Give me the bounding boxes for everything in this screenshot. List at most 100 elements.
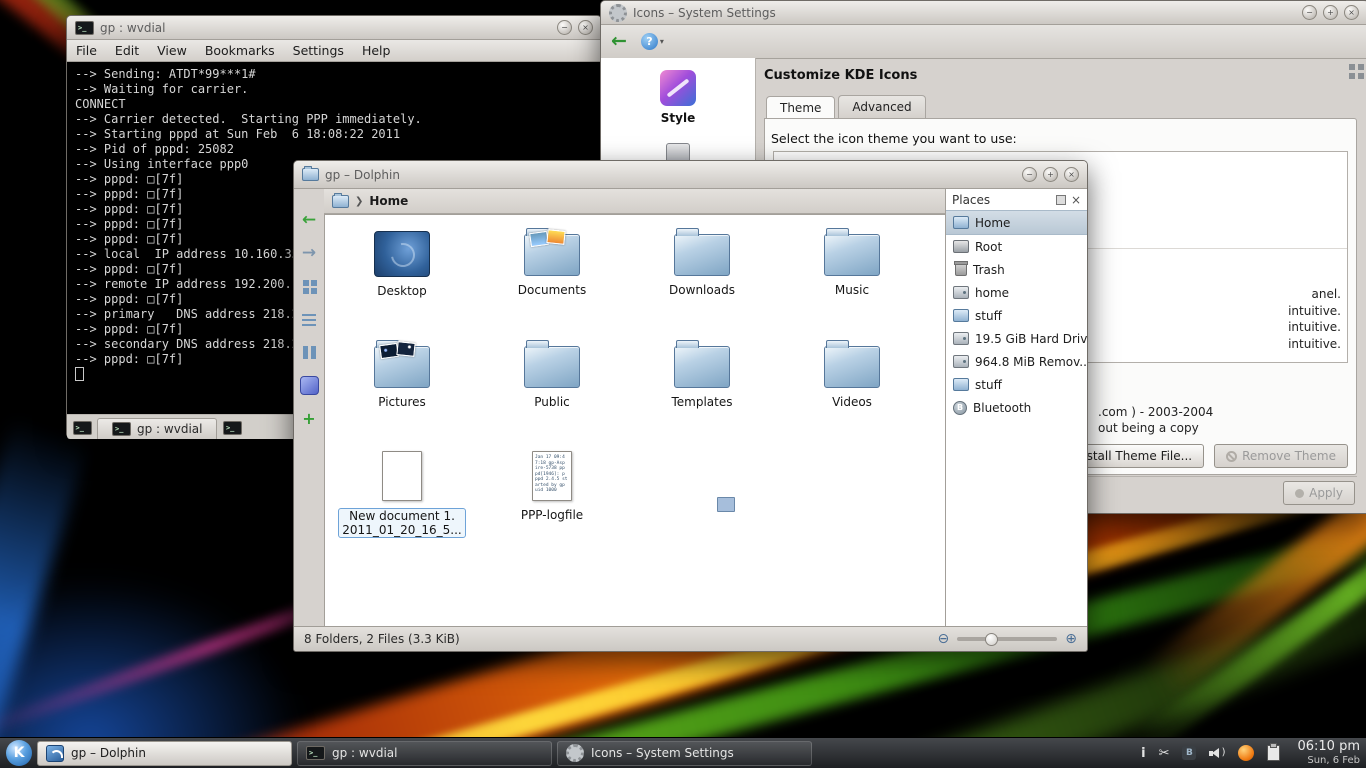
folder-item-pictures[interactable]: Pictures (327, 329, 477, 441)
tab-advanced[interactable]: Advanced (838, 95, 925, 118)
menu-file[interactable]: File (67, 41, 106, 60)
plus-icon: + (302, 409, 315, 428)
menu-help[interactable]: Help (353, 41, 400, 60)
minimize-button[interactable]: − (557, 20, 572, 35)
volume-icon[interactable]: ) (1209, 747, 1225, 760)
terminal-tab[interactable]: gp : wvdial (97, 418, 217, 439)
places-item-bluetooth[interactable]: BBluetooth (946, 396, 1087, 419)
detach-panel-icon[interactable] (1056, 195, 1066, 205)
places-item-stuff2[interactable]: stuff (946, 373, 1087, 396)
orange-app-tray-icon[interactable] (1238, 745, 1254, 761)
terminal-line: CONNECT (75, 97, 593, 112)
preview-icon (300, 376, 319, 395)
task-system-settings[interactable]: Icons – System Settings (557, 741, 812, 766)
selected-file-label: New document 1. 2011_01_20_16_5... (338, 508, 465, 538)
klipper-scissors-icon[interactable]: ✂ (1159, 747, 1170, 760)
details-view-button[interactable] (298, 308, 320, 330)
trash-icon (955, 263, 967, 276)
menu-view[interactable]: View (148, 41, 196, 60)
theme-description-line: out being a copy (1098, 421, 1199, 435)
bluetooth-tray-icon[interactable]: B (1182, 746, 1196, 760)
close-button[interactable]: × (578, 20, 593, 35)
close-button[interactable]: × (1344, 5, 1359, 20)
task-dolphin[interactable]: gp – Dolphin (37, 741, 292, 766)
folder-item-desktop[interactable]: Desktop (327, 217, 477, 329)
icons-view-button[interactable] (298, 275, 320, 297)
close-button[interactable]: × (1064, 167, 1079, 182)
places-item-home2[interactable]: home (946, 281, 1087, 304)
desktop: gp : wvdial − × File Edit View Bookmarks… (0, 0, 1366, 768)
zoom-slider[interactable] (957, 637, 1057, 641)
places-item-root[interactable]: Root (946, 235, 1087, 258)
terminal-task-icon (306, 746, 325, 760)
maximize-button[interactable]: + (1323, 5, 1338, 20)
zoom-in-icon[interactable]: ⊕ (1065, 632, 1077, 646)
columns-view-button[interactable] (298, 341, 320, 363)
settings-tabs: Theme Advanced (766, 95, 1357, 118)
wallpaper-streak (0, 417, 90, 768)
zoom-slider-handle[interactable] (985, 633, 998, 646)
forward-button[interactable]: → (298, 242, 320, 264)
style-icon (660, 70, 696, 106)
places-item-trash[interactable]: Trash (946, 258, 1087, 281)
clipboard-icon[interactable] (1267, 745, 1280, 761)
root-icon (953, 240, 969, 253)
back-button[interactable]: ← (298, 209, 320, 231)
new-tab-button[interactable] (71, 418, 93, 437)
settings-titlebar[interactable]: Icons – System Settings − + × (601, 1, 1366, 25)
sound-wave-icon: ) (1222, 747, 1226, 758)
preview-button[interactable] (298, 374, 320, 396)
breadcrumb-home[interactable]: Home (369, 194, 408, 208)
page-title: Customize KDE Icons (764, 68, 1357, 83)
back-icon[interactable]: ← (611, 32, 627, 51)
places-item-removable[interactable]: 964.8 MiB Remov... (946, 350, 1087, 373)
file-item-ppp-logfile[interactable]: Jan 17 09:4 7:18 gp-Asp ire-5738 pp pd[1… (477, 441, 627, 591)
dolphin-window: gp – Dolphin − + × ← → + ❯ Home (293, 160, 1088, 652)
kickoff-launcher-icon[interactable]: K (6, 740, 32, 766)
terminal-title: gp : wvdial (100, 21, 165, 35)
zoom-out-icon[interactable]: ⊖ (938, 632, 950, 646)
dolphin-titlebar[interactable]: gp – Dolphin − + × (294, 161, 1087, 189)
settings-title: Icons – System Settings (633, 6, 776, 20)
folder-item-videos[interactable]: Videos (777, 329, 927, 441)
task-terminal[interactable]: gp : wvdial (297, 741, 552, 766)
places-header: Places × (946, 189, 1087, 210)
menu-bookmarks[interactable]: Bookmarks (196, 41, 284, 60)
status-text: 8 Folders, 2 Files (3.3 KiB) (304, 632, 460, 646)
menu-edit[interactable]: Edit (106, 41, 148, 60)
new-tab-icon (73, 421, 92, 435)
places-item-home[interactable]: Home (946, 210, 1087, 235)
clock[interactable]: 06:10 pm Sun, 6 Feb (1297, 740, 1360, 766)
folder-view[interactable]: Desktop Documents Downloads Music (324, 214, 945, 626)
folder-item-templates[interactable]: Templates (627, 329, 777, 441)
breadcrumb[interactable]: ❯ Home (324, 189, 945, 214)
device-notifier-icon[interactable]: i (1141, 747, 1145, 760)
drag-ghost-icon (717, 497, 735, 512)
system-tray: i ✂ B ) (1141, 745, 1280, 761)
minimize-button[interactable]: − (1302, 5, 1317, 20)
places-item-harddrive[interactable]: 19.5 GiB Hard Drive (946, 327, 1087, 350)
minimize-button[interactable]: − (1022, 167, 1037, 182)
split-view-button[interactable]: + (298, 407, 320, 429)
file-item-new-document[interactable]: New document 1. 2011_01_20_16_5... (327, 441, 477, 591)
maximize-button[interactable]: + (1043, 167, 1058, 182)
select-theme-label: Select the icon theme you want to use: (767, 123, 1356, 146)
folder-item-documents[interactable]: Documents (477, 217, 627, 329)
text-file-icon (382, 451, 422, 501)
sidebar-item-style[interactable]: Style (660, 70, 696, 125)
terminal-titlebar[interactable]: gp : wvdial − × (67, 16, 601, 40)
menu-settings[interactable]: Settings (284, 41, 353, 60)
tab-theme[interactable]: Theme (766, 96, 835, 119)
music-folder-icon (824, 234, 880, 276)
folder-item-music[interactable]: Music (777, 217, 927, 329)
tab-list-button[interactable] (221, 418, 243, 437)
folder-item-public[interactable]: Public (477, 329, 627, 441)
desktop-folder-icon (374, 231, 430, 277)
overview-grid-icon[interactable] (1349, 64, 1355, 70)
help-button[interactable]: ? ▾ (641, 33, 664, 50)
terminal-line: --> Starting pppd at Sun Feb 6 18:08:22 … (75, 127, 593, 142)
places-item-stuff[interactable]: stuff (946, 304, 1087, 327)
folder-item-downloads[interactable]: Downloads (627, 217, 777, 329)
close-panel-icon[interactable]: × (1071, 194, 1081, 206)
public-folder-icon (524, 346, 580, 388)
